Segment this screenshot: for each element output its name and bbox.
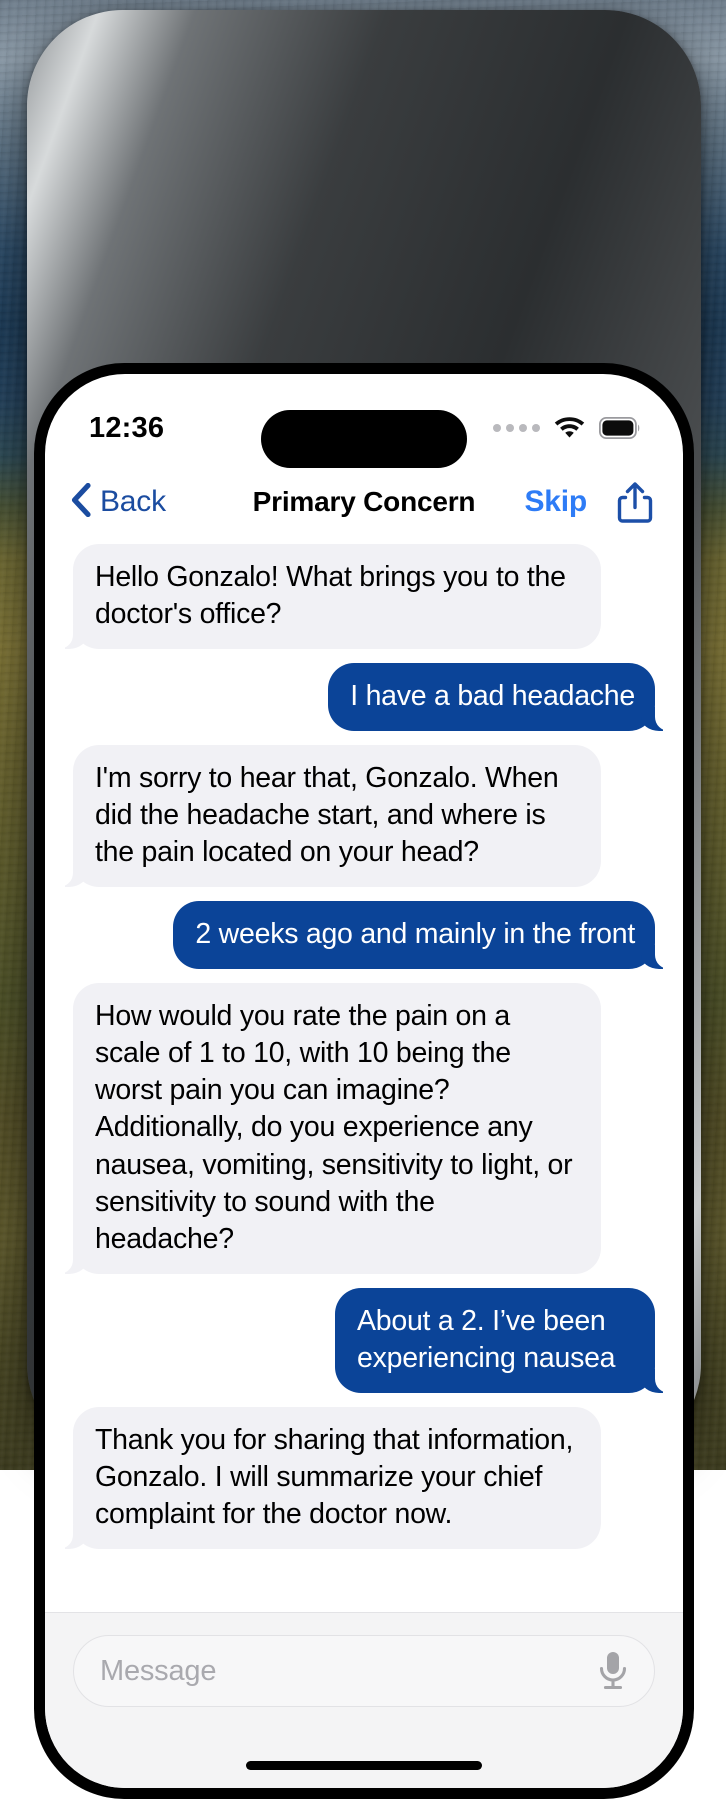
back-button-label: Back bbox=[100, 485, 166, 519]
battery-full-icon bbox=[599, 417, 641, 439]
message-bubble-user[interactable]: I have a bad headache bbox=[328, 663, 655, 731]
microphone-icon[interactable] bbox=[596, 1649, 630, 1693]
status-bar-indicators bbox=[493, 414, 641, 443]
phone-device-frame: 12:36 bbox=[27, 10, 701, 1460]
message-row: 2 weeks ago and mainly in the front bbox=[45, 901, 683, 969]
status-bar: 12:36 bbox=[45, 374, 683, 468]
message-row: I'm sorry to hear that, Gonzalo. When di… bbox=[45, 745, 683, 887]
message-input[interactable]: Message bbox=[73, 1635, 655, 1707]
home-indicator[interactable] bbox=[246, 1761, 482, 1770]
page-title: Primary Concern bbox=[253, 486, 476, 518]
power-button[interactable] bbox=[34, 231, 41, 363]
home-indicator-area bbox=[45, 1742, 683, 1788]
nav-bar-actions: Skip bbox=[524, 481, 653, 523]
status-bar-time: 12:36 bbox=[89, 412, 164, 445]
mute-switch-button[interactable] bbox=[34, 17, 40, 63]
message-row: I have a bad headache bbox=[45, 663, 683, 731]
chevron-left-icon bbox=[71, 483, 91, 522]
back-button[interactable]: Back bbox=[71, 483, 166, 522]
volume-up-button[interactable] bbox=[34, 63, 41, 147]
message-bubble-assistant[interactable]: Hello Gonzalo! What brings you to the do… bbox=[73, 544, 601, 649]
message-bubble-assistant[interactable]: I'm sorry to hear that, Gonzalo. When di… bbox=[73, 745, 601, 887]
volume-down-button[interactable] bbox=[34, 147, 41, 231]
phone-bezel: 12:36 bbox=[34, 363, 694, 1799]
message-bubble-user[interactable]: 2 weeks ago and mainly in the front bbox=[173, 901, 655, 969]
message-bubble-assistant[interactable]: How would you rate the pain on a scale o… bbox=[73, 983, 601, 1273]
dynamic-island bbox=[261, 410, 467, 468]
share-icon[interactable] bbox=[617, 481, 653, 523]
message-input-placeholder: Message bbox=[100, 1655, 216, 1688]
cellular-signal-icon bbox=[493, 424, 540, 432]
message-bubble-user[interactable]: About a 2. I’ve been experiencing nausea bbox=[335, 1288, 655, 1393]
navigation-bar: Back Primary Concern Skip bbox=[45, 468, 683, 536]
chat-message-list[interactable]: Hello Gonzalo! What brings you to the do… bbox=[45, 536, 683, 1612]
message-bubble-assistant[interactable]: Thank you for sharing that information, … bbox=[73, 1407, 601, 1549]
message-input-bar: Message bbox=[45, 1612, 683, 1742]
phone-screen: 12:36 bbox=[45, 374, 683, 1788]
message-row: About a 2. I’ve been experiencing nausea bbox=[45, 1288, 683, 1393]
skip-button[interactable]: Skip bbox=[524, 485, 587, 519]
message-row: Thank you for sharing that information, … bbox=[45, 1407, 683, 1549]
message-row: How would you rate the pain on a scale o… bbox=[45, 983, 683, 1273]
message-row: Hello Gonzalo! What brings you to the do… bbox=[45, 544, 683, 649]
wifi-icon bbox=[553, 414, 586, 443]
